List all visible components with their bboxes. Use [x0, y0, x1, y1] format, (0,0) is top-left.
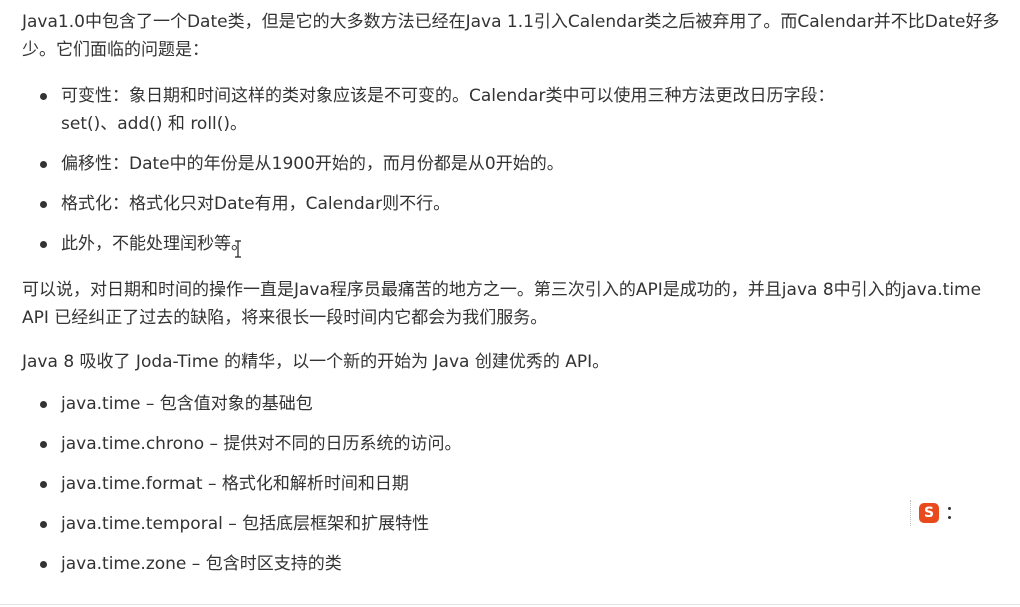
- list-item-text: 此外，不能处理闰秒等。: [61, 234, 248, 254]
- bullet-icon: [40, 561, 47, 568]
- list-item: java.time.chrono – 提供对不同的日历系统的访问。: [22, 430, 1012, 458]
- bullet-icon: [40, 201, 47, 208]
- ime-toolbar[interactable]: S: [910, 500, 968, 526]
- list-item: 偏移性：Date中的年份是从1900开始的，而月份都是从0开始的。: [22, 150, 1012, 178]
- list-item-text: 格式化：格式化只对Date有用，Calendar则不行。: [61, 194, 451, 214]
- problems-list: 可变性：象日期和时间这样的类对象应该是不可变的。Calendar类中可以使用三种…: [22, 82, 1012, 258]
- list-item: java.time.zone – 包含时区支持的类: [22, 550, 1012, 578]
- bullet-icon: [40, 161, 47, 168]
- list-item-text: java.time.zone – 包含时区支持的类: [61, 554, 342, 574]
- ime-menu-icon[interactable]: [947, 507, 951, 519]
- java8-paragraph: Java 8 吸收了 Joda-Time 的精华，以一个新的开始为 Java 创…: [22, 352, 610, 372]
- list-item-text: java.time.temporal – 包括底层框架和扩展特性: [61, 514, 430, 534]
- list-item-text: java.time.format – 格式化和解析时间和日期: [61, 474, 409, 494]
- list-item-text-continued: set()、add() 和 roll()。: [61, 114, 248, 134]
- bullet-icon: [40, 481, 47, 488]
- list-item: 格式化：格式化只对Date有用，Calendar则不行。: [22, 190, 1012, 218]
- bullet-icon: [40, 521, 47, 528]
- list-item-text: 偏移性：Date中的年份是从1900开始的，而月份都是从0开始的。: [61, 154, 564, 174]
- summary-paragraph: 可以说，对日期和时间的操作一直是Java程序员最痛苦的地方之一。第三次引入的AP…: [22, 280, 982, 328]
- list-item: java.time – 包含值对象的基础包: [22, 390, 1012, 418]
- list-item-text: java.time.chrono – 提供对不同的日历系统的访问。: [61, 434, 462, 454]
- list-item: java.time.temporal – 包括底层框架和扩展特性: [22, 510, 1012, 538]
- bullet-icon: [40, 93, 47, 100]
- bullet-icon: [40, 401, 47, 408]
- article-body: Java1.0中包含了一个Date类，但是它的大多数方法已经在Java 1.1引…: [22, 8, 1012, 590]
- bullet-icon: [40, 441, 47, 448]
- bullet-icon: [40, 241, 47, 248]
- text-cursor-icon: [235, 240, 241, 258]
- list-item-text: 可变性：象日期和时间这样的类对象应该是不可变的。Calendar类中可以使用三种…: [61, 86, 835, 106]
- packages-list: java.time – 包含值对象的基础包 java.time.chrono –…: [22, 390, 1012, 578]
- list-item: java.time.format – 格式化和解析时间和日期: [22, 470, 1012, 498]
- list-item: 可变性：象日期和时间这样的类对象应该是不可变的。Calendar类中可以使用三种…: [22, 82, 1012, 138]
- intro-paragraph: Java1.0中包含了一个Date类，但是它的大多数方法已经在Java 1.1引…: [22, 12, 1000, 60]
- list-item-text: java.time – 包含值对象的基础包: [61, 394, 313, 414]
- list-item: 此外，不能处理闰秒等。: [22, 230, 1012, 258]
- divider: [0, 604, 1020, 605]
- sogou-ime-icon[interactable]: S: [919, 503, 939, 523]
